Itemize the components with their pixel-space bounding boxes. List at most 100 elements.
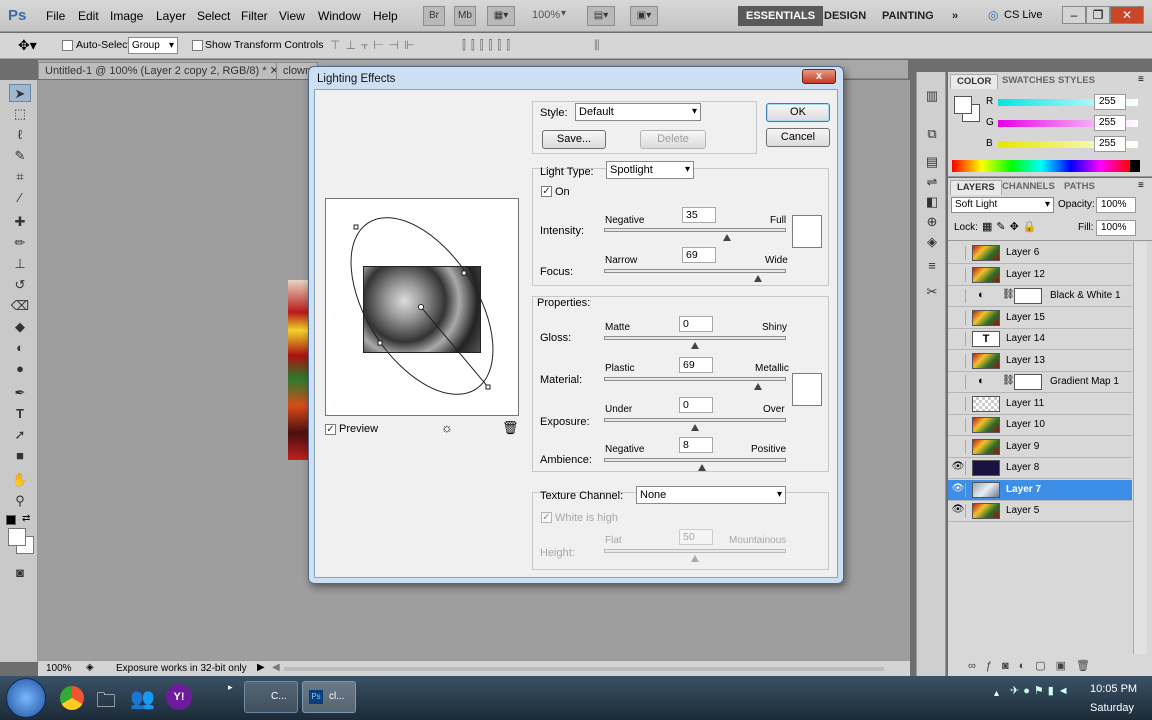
mini-bridge-icon[interactable]: ▥ <box>922 86 942 106</box>
layer-row[interactable]: Layer 9 <box>948 436 1132 458</box>
adjustments-icon[interactable]: ⇌ <box>922 172 942 192</box>
cs-live-label[interactable]: CS Live <box>1004 9 1043 21</box>
color-ramp[interactable] <box>952 160 1130 172</box>
layer-row[interactable]: T Layer 14 <box>948 329 1132 350</box>
foreground-color-swatch[interactable] <box>8 528 26 546</box>
link-icon[interactable]: ⛓ <box>1002 289 1015 300</box>
auto-align-icon[interactable]: ⫼ <box>594 38 600 53</box>
menu-help[interactable]: Help <box>373 9 398 23</box>
horizontal-scrollbar[interactable] <box>284 667 884 671</box>
tab-color[interactable]: COLOR <box>950 74 999 89</box>
layer-thumbnail[interactable] <box>972 309 1000 326</box>
layer-row[interactable]: ◐ ⛓ Gradient Map 1 <box>948 372 1132 393</box>
distribute-icons[interactable]: ⫿⫿⫿⫿⫿⫿ <box>462 38 515 53</box>
paint-bucket-icon[interactable]: ◆ <box>9 318 31 336</box>
tab-layers[interactable]: LAYERS <box>950 180 1002 195</box>
exposure-field[interactable]: 0 <box>679 397 713 413</box>
layer-mask-thumbnail[interactable] <box>1014 374 1042 390</box>
more-workspaces-icon[interactable]: » <box>944 6 966 26</box>
tab-channels[interactable]: CHANNELS <box>996 180 1061 195</box>
chrome-icon[interactable] <box>60 686 84 710</box>
crop-tool-icon[interactable]: ⌗ <box>9 168 31 186</box>
visibility-eye-icon[interactable] <box>951 418 966 432</box>
status-info-icon[interactable]: ◈ <box>86 662 94 673</box>
type-tool-icon[interactable]: T <box>9 405 31 423</box>
visibility-eye-icon[interactable] <box>951 396 966 411</box>
tray-arrow-icon[interactable]: ▴ <box>994 688 999 699</box>
visibility-eye-icon[interactable] <box>951 310 966 325</box>
menu-window[interactable]: Window <box>318 9 361 23</box>
light-color-swatch[interactable] <box>792 215 822 248</box>
zoom-dropdown-icon[interactable]: ▾ <box>561 8 566 19</box>
height-track[interactable] <box>604 549 786 553</box>
layer-row[interactable]: Layer 13 <box>948 350 1132 372</box>
color-ramp-black[interactable] <box>1130 160 1140 172</box>
ambience-knob[interactable] <box>698 464 707 471</box>
tab-untitled-1[interactable]: Untitled-1 @ 100% (Layer 2 copy 2, RGB/8… <box>38 62 286 79</box>
opacity-field[interactable]: 100% <box>1096 197 1136 213</box>
quick-mask-icon[interactable]: ◙ <box>9 564 31 582</box>
yahoo-icon[interactable]: Y! <box>166 684 192 710</box>
visibility-eye-icon[interactable]: 👁 <box>951 504 966 518</box>
layer-row[interactable]: Layer 6 <box>948 243 1132 264</box>
channels-icon[interactable]: ◈ <box>922 232 942 252</box>
visibility-eye-icon[interactable] <box>951 246 966 260</box>
layer-thumbnail[interactable] <box>972 438 1000 455</box>
masks-icon[interactable]: ◧ <box>922 192 942 212</box>
bridge-button[interactable]: Br <box>423 6 445 26</box>
intensity-field[interactable]: 35 <box>682 207 716 223</box>
preview-pane[interactable] <box>325 198 519 416</box>
actions-icon[interactable]: ▤ <box>922 152 942 172</box>
blend-mode-dropdown[interactable]: Soft Light <box>951 197 1054 213</box>
workspace-design[interactable]: DESIGN <box>816 6 874 26</box>
zoom-tool-icon[interactable]: ⚲ <box>9 492 31 510</box>
texture-channel-dropdown[interactable]: None <box>636 486 786 504</box>
visibility-eye-icon[interactable] <box>951 353 966 368</box>
workspace-essentials[interactable]: ESSENTIALS <box>738 6 824 26</box>
layer-row[interactable]: Layer 10 <box>948 415 1132 436</box>
visibility-eye-icon[interactable] <box>951 439 966 454</box>
visibility-eye-icon[interactable] <box>951 332 966 346</box>
layer-thumbnail[interactable] <box>972 481 1000 498</box>
gloss-field[interactable]: 0 <box>679 316 713 332</box>
layer-row[interactable]: Layer 12 <box>948 264 1132 286</box>
info-icon[interactable]: ⊕ <box>922 212 942 232</box>
layer-row[interactable]: Layer 11 <box>948 393 1132 415</box>
ambient-color-swatch[interactable] <box>792 373 822 406</box>
ok-button[interactable]: OK <box>766 103 830 122</box>
material-track[interactable] <box>604 377 786 381</box>
intensity-track[interactable] <box>604 228 786 232</box>
layer-thumbnail[interactable] <box>972 266 1000 283</box>
start-button[interactable] <box>6 678 46 718</box>
height-field[interactable]: 50 <box>679 529 713 545</box>
zoom-level[interactable]: 100% <box>532 9 560 21</box>
menu-image[interactable]: Image <box>110 9 143 23</box>
restore-icon[interactable]: ❐ <box>1086 6 1110 24</box>
layer-mask-thumbnail[interactable] <box>1014 288 1042 304</box>
clock-day[interactable]: Saturday <box>1090 702 1134 714</box>
focus-field[interactable]: 69 <box>682 247 716 263</box>
minimize-icon[interactable]: – <box>1062 6 1086 24</box>
visibility-eye-icon[interactable] <box>951 267 966 282</box>
panel-menu-icon[interactable]: ≡ <box>1138 74 1144 85</box>
minibridge-button[interactable]: Mb <box>454 6 476 26</box>
arrange-documents-icon[interactable]: ▤▾ <box>587 6 615 26</box>
tab-styles[interactable]: STYLES <box>1052 74 1101 89</box>
trash-icon[interactable]: 🗑 <box>502 420 519 436</box>
exposure-knob[interactable] <box>691 424 699 431</box>
save-button[interactable]: Save... <box>542 130 606 149</box>
layers-scrollbar[interactable] <box>1133 242 1147 654</box>
layer-row[interactable]: 👁 Layer 7 <box>948 479 1132 501</box>
menu-layer[interactable]: Layer <box>156 9 186 23</box>
align-icons[interactable]: ⊤⊥⫟⊢⊣⊩ <box>330 38 420 53</box>
tray-icons[interactable]: ✈●⚑▮◄ <box>1010 684 1073 697</box>
menu-select[interactable]: Select <box>197 9 230 23</box>
move-tool-icon[interactable]: ➤ <box>9 84 31 102</box>
move-tool-icon[interactable]: ✥▾ <box>18 37 37 54</box>
shape-tool-icon[interactable]: ■ <box>9 447 31 465</box>
layer-thumbnail[interactable] <box>972 503 1000 519</box>
quick-select-tool-icon[interactable]: ✎ <box>9 147 31 165</box>
eraser-tool-icon[interactable]: ⌫ <box>9 297 31 315</box>
menu-view[interactable]: View <box>279 9 305 23</box>
layer-row[interactable]: Layer 15 <box>948 307 1132 329</box>
